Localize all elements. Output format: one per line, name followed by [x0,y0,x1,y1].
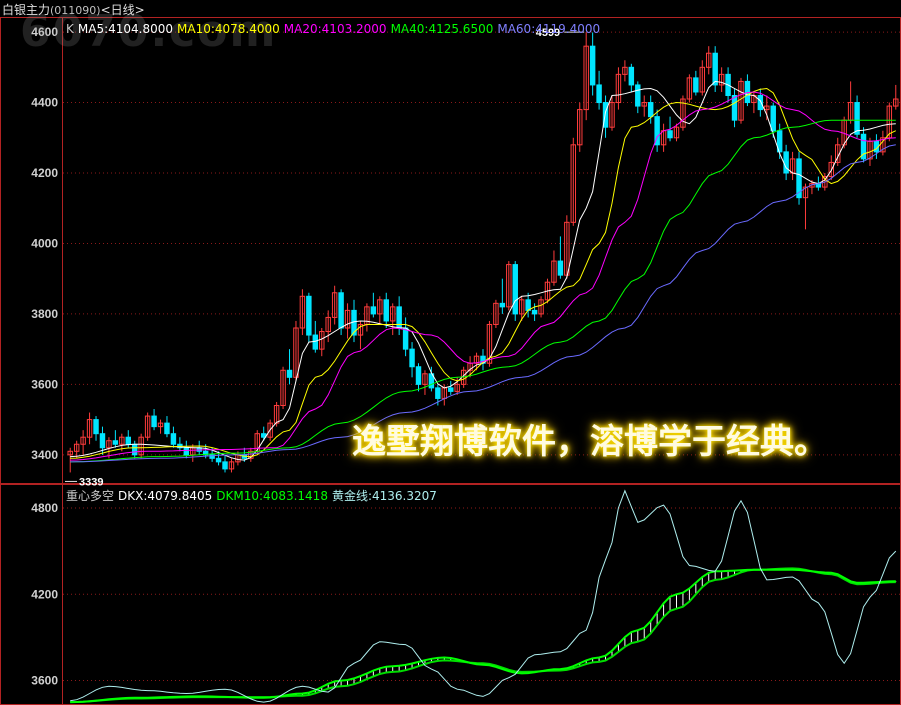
period-label: <日线> [100,3,145,17]
candle-down [557,260,564,276]
candle-down [164,422,170,435]
candle-down [99,433,106,449]
candle-down [409,348,415,368]
candle-down [370,306,377,315]
sub-legend: 重心多空 DKX:4079.8405 DKM10:4083.1418 黄金线:4136… [66,487,441,504]
candle-down [531,309,538,315]
dkm10-line [70,567,896,704]
candle-down [125,436,131,445]
ma-line-ma5 [70,80,896,461]
main-legend-item: MA20:4103.2000 [283,22,387,36]
candle-down [499,302,506,308]
candle-down [854,102,860,135]
candle-down [667,130,673,139]
candle-down [635,84,641,107]
candle-down [770,105,776,132]
main-legend-item: MA5:4104.8000 [77,22,174,36]
candle-down [215,457,222,463]
candle-down [525,299,531,311]
sub-ytick-label: 3600 [31,674,58,688]
candle-down [338,292,344,329]
main-legend-item: MA10:4078.4000 [177,22,280,36]
candle-down [93,419,99,435]
sub-ytick-label: 4200 [31,587,58,601]
candle-down [647,102,654,118]
candle-down [589,45,596,86]
sub-legend-item: DKX:4079.8405 [118,489,213,503]
candle-down [402,327,409,350]
ma-line-ma20 [70,91,896,461]
instrument-code: (011090) [50,4,101,17]
instrument-name: 白银主力 [2,3,51,17]
main-ytick-label: 3600 [31,377,58,391]
main-ytick-label: 4200 [31,166,58,180]
candle-down [596,84,602,104]
main-ytick-label: 3400 [31,448,58,462]
candle-down [783,151,789,174]
candle-down [757,95,764,111]
main-ytick-label: 4000 [31,236,58,250]
sub-legend-item: 重心多空 [66,489,115,503]
candle-down [628,66,635,86]
main-legend-item: MA60:4119.4000 [497,22,601,36]
candle-down [312,334,319,350]
candle-down [222,461,228,470]
candle-down [383,299,389,322]
main-legend-item: K [66,22,74,36]
candle-down [731,95,738,121]
candle-down [712,52,718,86]
candle-down [131,443,138,456]
ma-line-ma40 [70,119,896,463]
golden-line [70,489,897,703]
candle-down [183,447,190,456]
main-ytick-label: 4400 [31,96,58,110]
chart-canvas: 3400360038004000420044004600360042004800… [0,17,901,705]
sub-ytick-label: 4800 [31,501,58,515]
candle-down [151,415,157,428]
candle-down [415,366,422,385]
main-ytick-label: 3800 [31,307,58,321]
chart-title: 白银主力(011090)<日线> [2,1,145,18]
candle-down [112,440,119,445]
main-legend: K MA5:4104.8000 MA10:4078.4000 MA20:4103.20… [66,22,604,36]
candle-down [435,387,441,399]
candle-down [306,295,312,336]
sub-legend-item: DKM10:4083.1418 [216,489,328,503]
candle-down [693,77,699,93]
candle-down [286,369,293,378]
dkx-line [70,568,896,704]
slogan-text: 逸墅翔博软件，溶博学于经典。 [352,422,828,462]
main-legend-item: MA40:4125.6500 [390,22,494,36]
candle-down [512,264,518,315]
sub-legend-item: 黄金线:4136.3207 [331,489,437,503]
candle-down [448,387,454,392]
ma-line-ma10 [70,87,897,459]
candle-down [170,433,177,445]
